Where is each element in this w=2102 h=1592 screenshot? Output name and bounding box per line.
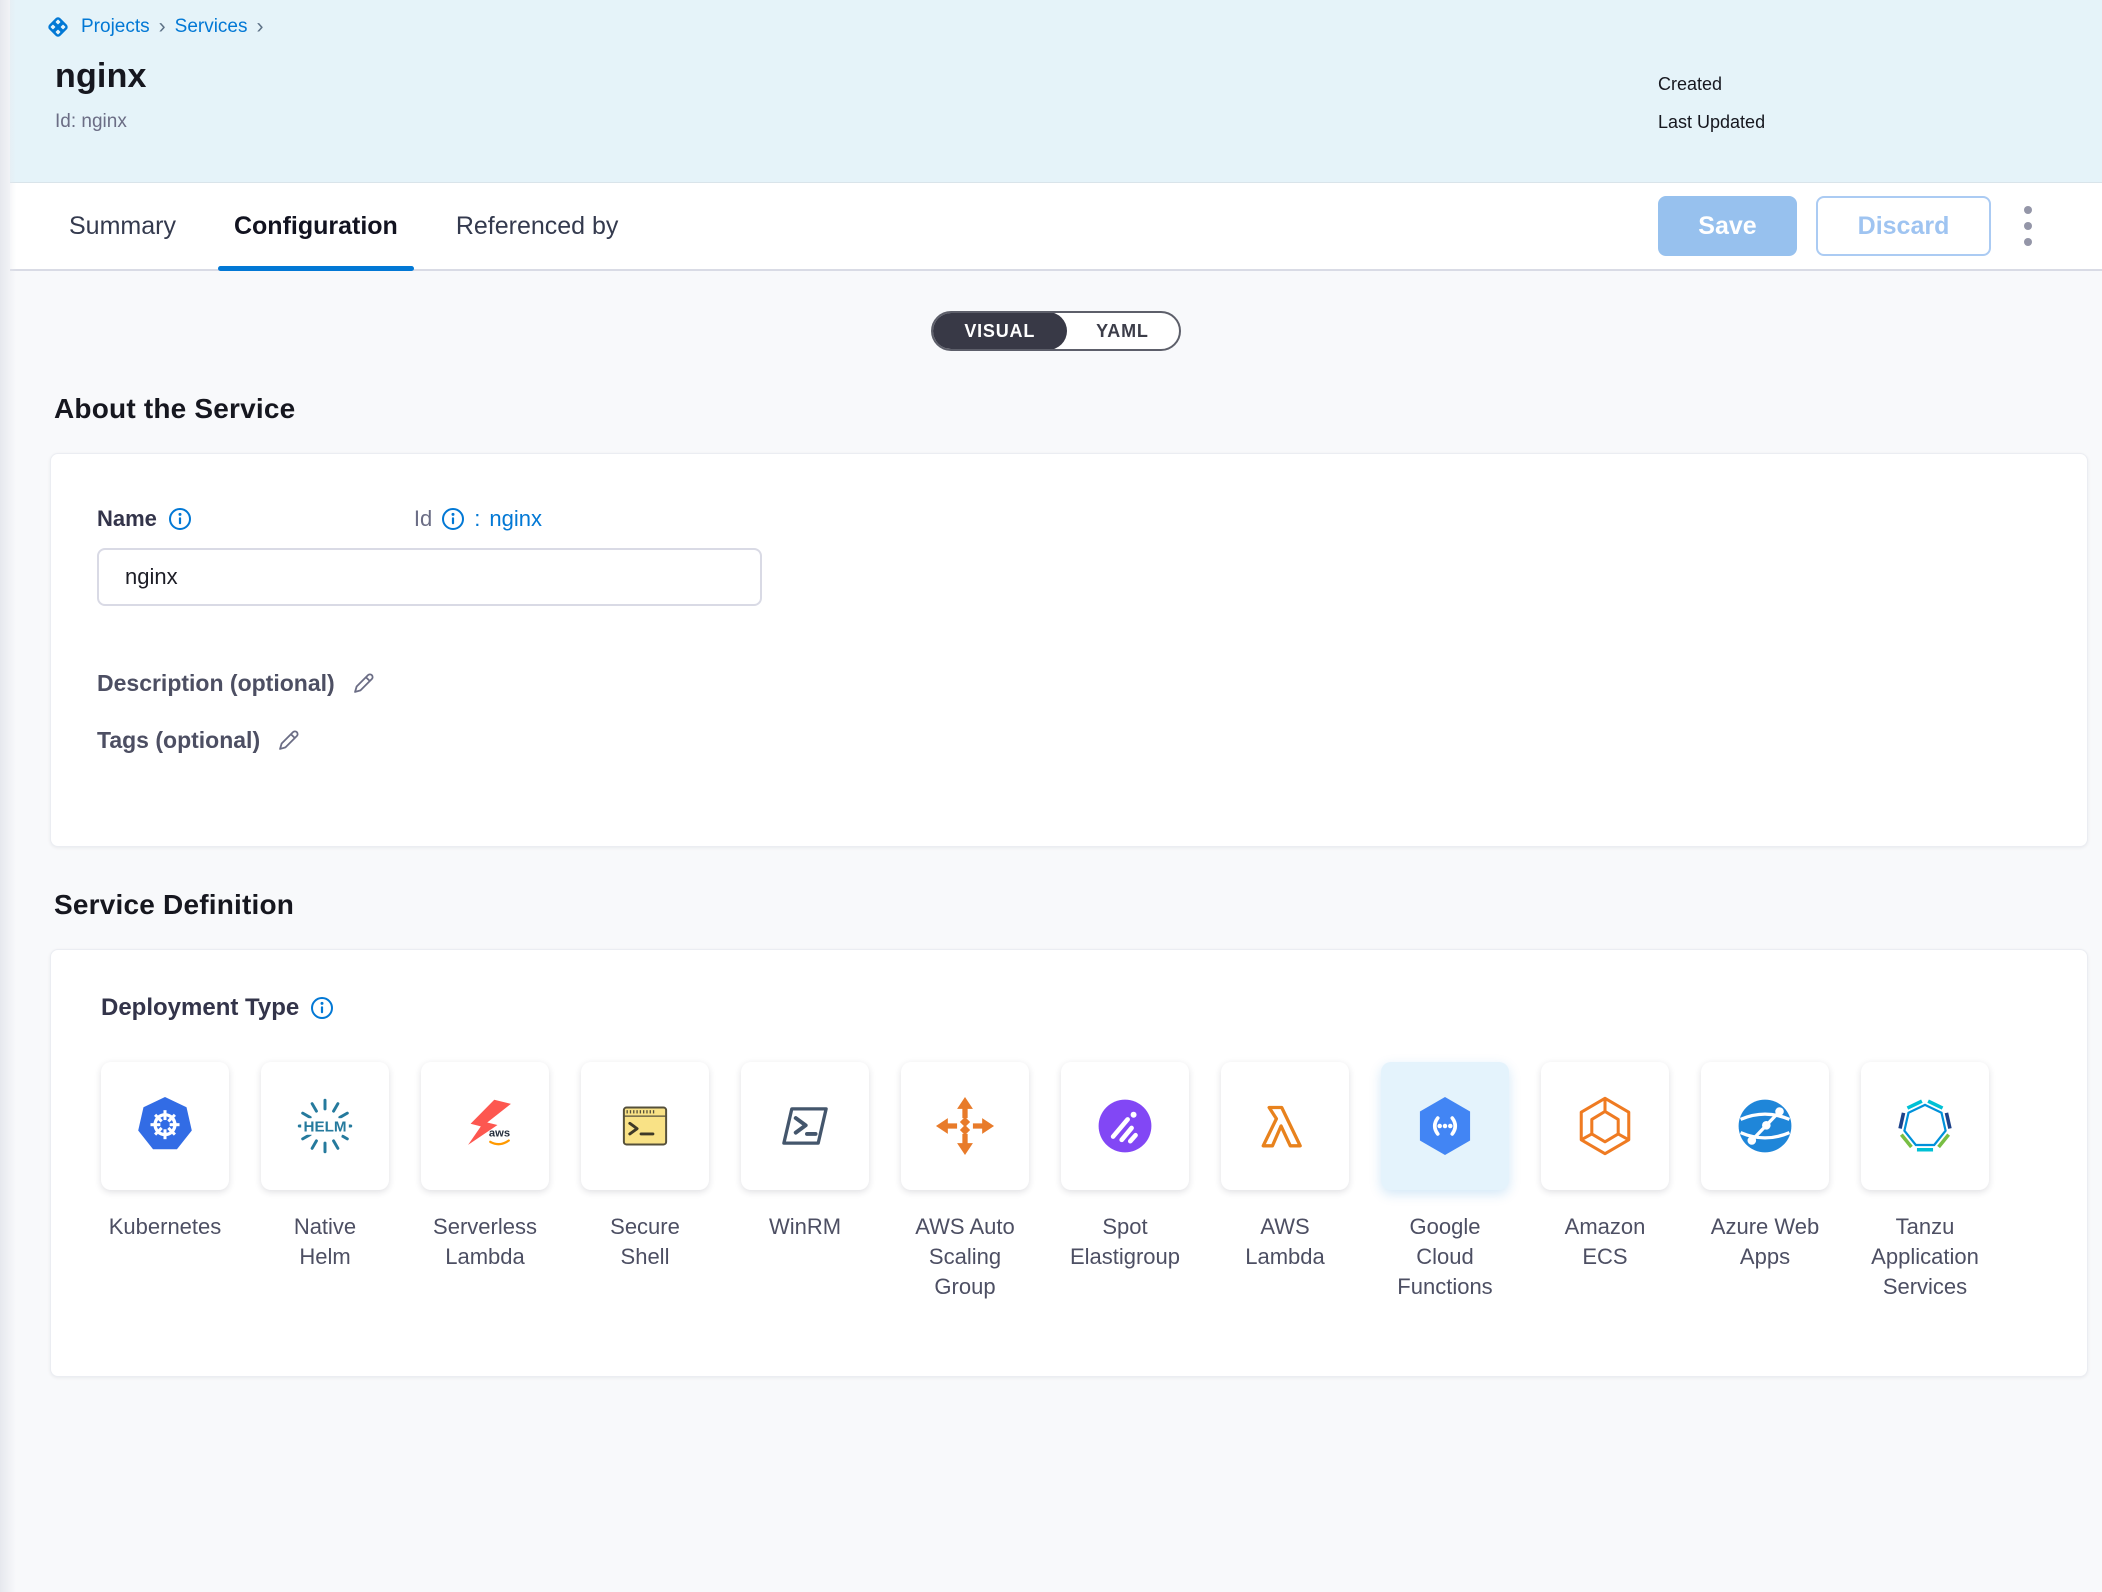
discard-button[interactable]: Discard bbox=[1816, 196, 1991, 256]
description-label: Description (optional) bbox=[97, 670, 335, 697]
kubernetes-icon bbox=[132, 1093, 198, 1159]
deployment-type-label-text: AWS Auto Scaling Group bbox=[908, 1212, 1022, 1302]
breadcrumb-services-link[interactable]: Services bbox=[175, 16, 248, 38]
deployment-type-label-text: Azure Web Apps bbox=[1708, 1212, 1822, 1272]
amazon-ecs-icon bbox=[1572, 1093, 1638, 1159]
service-definition-card: Deployment Type Kubernetes HELM Native Hel… bbox=[50, 949, 2088, 1377]
visual-yaml-toggle: VISUAL YAML bbox=[931, 311, 1180, 351]
deployment-type-option[interactable]: Azure Web Apps bbox=[1701, 1062, 1829, 1302]
deployment-type-label-text: Native Helm bbox=[268, 1212, 382, 1272]
service-id-value: nginx bbox=[489, 506, 542, 532]
aws-auto-scaling-icon bbox=[932, 1093, 998, 1159]
chevron-right-icon: › bbox=[159, 16, 166, 37]
deployment-type-option[interactable]: Secure Shell bbox=[581, 1062, 709, 1302]
deployment-type-option[interactable]: aws Serverless Lambda bbox=[421, 1062, 549, 1302]
deployment-type-tile[interactable] bbox=[1061, 1062, 1189, 1190]
winrm-icon bbox=[772, 1093, 838, 1159]
tab-summary[interactable]: Summary bbox=[59, 183, 186, 269]
helm-icon: HELM bbox=[292, 1093, 358, 1159]
deployment-type-tile[interactable] bbox=[901, 1062, 1029, 1190]
created-label: Created bbox=[1658, 74, 1765, 95]
id-label: Id bbox=[414, 506, 432, 532]
svg-text:aws: aws bbox=[489, 1128, 510, 1140]
service-name-input[interactable] bbox=[97, 548, 762, 606]
deployment-type-tile[interactable] bbox=[1701, 1062, 1829, 1190]
tab-referenced-by[interactable]: Referenced by bbox=[446, 183, 629, 269]
main-panel: Projects › Services › nginx Id: nginx Cr… bbox=[10, 0, 2102, 1377]
service-id-group: Id : nginx bbox=[414, 506, 542, 532]
deployment-type-tile[interactable] bbox=[1541, 1062, 1669, 1190]
deployment-type-option[interactable]: AWS Auto Scaling Group bbox=[901, 1062, 1029, 1302]
google-cloud-functions-icon bbox=[1412, 1093, 1478, 1159]
projects-icon bbox=[44, 13, 72, 41]
deployment-type-label-text: Secure Shell bbox=[588, 1212, 702, 1272]
chevron-right-icon: › bbox=[257, 16, 264, 37]
name-label: Name bbox=[97, 506, 157, 532]
service-definition-heading: Service Definition bbox=[54, 889, 2102, 921]
deployment-type-grid: Kubernetes HELM Native Helm aws Serverless L… bbox=[101, 1062, 2057, 1302]
aws-lambda-icon bbox=[1252, 1093, 1318, 1159]
svg-text:HELM: HELM bbox=[304, 1118, 347, 1135]
tab-bar: Summary Configuration Referenced by Save… bbox=[10, 183, 2102, 271]
info-icon[interactable] bbox=[441, 507, 465, 531]
deployment-type-label-text: Spot Elastigroup bbox=[1068, 1212, 1182, 1272]
info-icon[interactable] bbox=[310, 996, 334, 1020]
deployment-type-label: Deployment Type bbox=[101, 994, 299, 1022]
deployment-type-tile[interactable] bbox=[101, 1062, 229, 1190]
deployment-type-option[interactable]: Tanzu Application Services bbox=[1861, 1062, 1989, 1302]
deployment-type-option[interactable]: Spot Elastigroup bbox=[1061, 1062, 1189, 1302]
id-separator: : bbox=[474, 506, 480, 532]
deployment-type-label-text: Serverless Lambda bbox=[428, 1212, 542, 1272]
deployment-type-tile[interactable] bbox=[581, 1062, 709, 1190]
edit-description-icon[interactable] bbox=[350, 670, 377, 697]
spot-elastigroup-icon bbox=[1092, 1093, 1158, 1159]
about-card: Name Id : nginx Description (optional) T… bbox=[50, 453, 2088, 847]
deployment-type-tile[interactable] bbox=[741, 1062, 869, 1190]
tanzu-icon bbox=[1892, 1093, 1958, 1159]
deployment-type-tile[interactable] bbox=[1381, 1062, 1509, 1190]
serverless-lambda-icon: aws bbox=[452, 1093, 518, 1159]
deployment-type-tile[interactable] bbox=[1221, 1062, 1349, 1190]
secure-shell-icon bbox=[612, 1093, 678, 1159]
deployment-type-option[interactable]: AWS Lambda bbox=[1221, 1062, 1349, 1302]
toggle-yaml[interactable]: YAML bbox=[1066, 313, 1179, 349]
service-meta: Created Last Updated bbox=[1658, 74, 1765, 133]
tab-configuration[interactable]: Configuration bbox=[224, 183, 408, 269]
more-options-button[interactable] bbox=[2010, 196, 2046, 256]
last-updated-label: Last Updated bbox=[1658, 112, 1765, 133]
toggle-visual[interactable]: VISUAL bbox=[932, 312, 1067, 350]
deployment-type-option[interactable]: Kubernetes bbox=[101, 1062, 229, 1302]
deployment-type-label-text: Tanzu Application Services bbox=[1868, 1212, 1982, 1302]
page-header: Projects › Services › nginx Id: nginx Cr… bbox=[10, 0, 2102, 183]
about-section-heading: About the Service bbox=[54, 393, 2102, 425]
azure-web-apps-icon bbox=[1732, 1093, 1798, 1159]
edit-tags-icon[interactable] bbox=[275, 727, 302, 754]
deployment-type-tile[interactable] bbox=[1861, 1062, 1989, 1190]
breadcrumb-projects-link[interactable]: Projects bbox=[81, 16, 150, 38]
deployment-type-label-text: Amazon ECS bbox=[1548, 1212, 1662, 1272]
deployment-type-option[interactable]: Google Cloud Functions bbox=[1381, 1062, 1509, 1302]
deployment-type-label-text: WinRM bbox=[769, 1212, 841, 1242]
save-button[interactable]: Save bbox=[1658, 196, 1797, 256]
deployment-type-label-text: Kubernetes bbox=[109, 1212, 222, 1242]
deployment-type-label-text: AWS Lambda bbox=[1228, 1212, 1342, 1272]
deployment-type-option[interactable]: HELM Native Helm bbox=[261, 1062, 389, 1302]
deployment-type-tile[interactable]: HELM bbox=[261, 1062, 389, 1190]
deployment-type-tile[interactable]: aws bbox=[421, 1062, 549, 1190]
tags-label: Tags (optional) bbox=[97, 727, 260, 754]
deployment-type-option[interactable]: Amazon ECS bbox=[1541, 1062, 1669, 1302]
deployment-type-option[interactable]: WinRM bbox=[741, 1062, 869, 1302]
page-title: nginx bbox=[55, 57, 2102, 96]
deployment-type-label-text: Google Cloud Functions bbox=[1388, 1212, 1502, 1302]
breadcrumb: Projects › Services › bbox=[44, 13, 2102, 41]
service-id-subtitle: Id: nginx bbox=[55, 111, 2102, 133]
info-icon[interactable] bbox=[168, 507, 192, 531]
